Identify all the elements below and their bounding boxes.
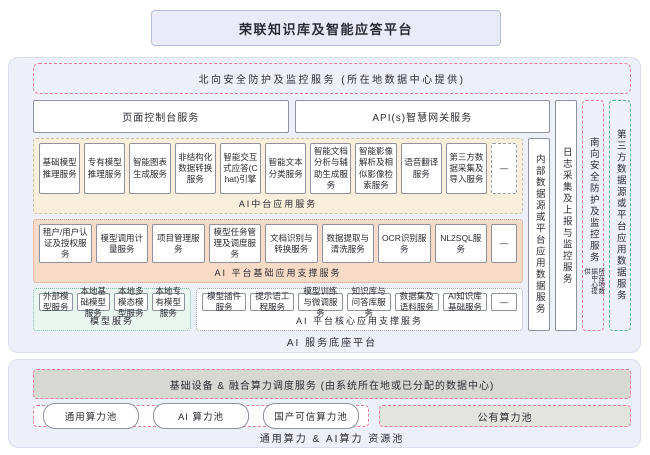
service-box: 本地多模态模型服务 xyxy=(114,293,148,311)
internal-data-source-bar: 内部数据源或平台应用数据服务 xyxy=(528,138,550,331)
compute-resource-panel: 基础设备 & 融合算力调度服务 (由系统所在地或已分配的数据中心) 通用算力池 A… xyxy=(8,359,641,448)
service-box: NL2SQL服务 xyxy=(435,224,488,263)
service-box: — xyxy=(491,293,517,311)
service-box: 文档识别与转换服务 xyxy=(265,224,318,263)
service-box: 模型调用计量服务 xyxy=(96,224,149,263)
log-collection-label: 日志采集及上报与监控服务 xyxy=(561,147,571,285)
architecture-diagram: 荣联知识库及智能应答平台 北向安全防护及监控服务 (所在地数据中心提供) 页面控… xyxy=(0,0,650,455)
base-support-services-boxes: 租户/用户认证及授权服务模型调用计量服务项目管理服务模型任务管理及调度服务文档识… xyxy=(39,224,517,263)
service-box: 模型训练与微调服务 xyxy=(298,293,342,311)
platform-body: 页面控制台服务 API(s)智慧网关服务 基础模型推理服务专有模型推理服务智能图… xyxy=(33,100,631,331)
log-collection-bar: 日志采集及上报与监控服务 xyxy=(555,100,577,331)
compute-resource-label: 通用算力 & AI算力 资源池 xyxy=(33,427,631,445)
compute-pool-pill: 通用算力池 xyxy=(43,403,139,429)
base-support-services-group: 租户/用户认证及授权服务模型调用计量服务项目管理服务模型任务管理及调度服务文档识… xyxy=(33,219,523,283)
south-security-sublabel: 所在地数据中心提供 xyxy=(582,268,603,294)
core-support-services-boxes: 模型插件服务提示语工程服务模型训练与微调服务知识库与问答库服务数据集及语料服务A… xyxy=(202,293,517,311)
gateway-row: 页面控制台服务 API(s)智慧网关服务 xyxy=(33,100,550,133)
service-box: 专有模型推理服务 xyxy=(84,143,125,194)
service-box: 模型任务管理及调度服务 xyxy=(209,224,262,263)
ai-middle-services-label: AI中台应用服务 xyxy=(39,194,517,212)
service-box: 数据集及语料服务 xyxy=(395,293,439,311)
service-box: OCR识别服务 xyxy=(378,224,431,263)
service-box: 本地基础模型服务 xyxy=(77,293,111,311)
service-box: 智能交互式应答(Chat)引擎 xyxy=(220,143,261,194)
south-security-label: 南向安全防护及监控服务 xyxy=(588,137,598,264)
page-title: 荣联知识库及智能应答平台 xyxy=(151,10,501,46)
ai-service-base-panel: 北向安全防护及监控服务 (所在地数据中心提供) 页面控制台服务 API(s)智慧… xyxy=(8,57,641,353)
public-compute-pool-box: 公有算力池 xyxy=(379,405,631,427)
service-box: 智能影像解析及相似影像检索服务 xyxy=(355,143,396,194)
ai-middle-services-boxes: 基础模型推理服务专有模型推理服务智能图表生成服务非结构化数据转换服务智能交互式应… xyxy=(39,143,517,194)
service-box: 本地专有模型服务 xyxy=(152,293,186,311)
platform-left-column: 页面控制台服务 API(s)智慧网关服务 基础模型推理服务专有模型推理服务智能图… xyxy=(33,100,550,331)
service-box: 非结构化数据转换服务 xyxy=(175,143,216,194)
services-column: 基础模型推理服务专有模型推理服务智能图表生成服务非结构化数据转换服务智能交互式应… xyxy=(33,138,523,331)
core-support-services-group: 模型插件服务提示语工程服务模型训练与微调服务知识库与问答库服务数据集及语料服务A… xyxy=(196,288,523,331)
service-box: — xyxy=(491,143,517,194)
compute-pools-row: 通用算力池 AI 算力池国产可信算力池 公有算力池 xyxy=(33,405,631,427)
model-services-label: 模型服务 xyxy=(39,311,185,329)
service-box: AI知识库基础服务 xyxy=(443,293,487,311)
ai-service-base-label: AI 服务底座平台 xyxy=(33,331,631,349)
service-box: — xyxy=(491,224,517,263)
services-row: 基础模型推理服务专有模型推理服务智能图表生成服务非结构化数据转换服务智能交互式应… xyxy=(33,138,550,331)
service-box: 项目管理服务 xyxy=(152,224,205,263)
south-security-bar: 南向安全防护及监控服务 所在地数据中心提供 xyxy=(582,100,604,331)
ai-middle-services-group: 基础模型推理服务专有模型推理服务智能图表生成服务非结构化数据转换服务智能交互式应… xyxy=(33,138,523,214)
api-gateway-service-box: API(s)智慧网关服务 xyxy=(295,100,551,133)
service-box: 模型插件服务 xyxy=(202,293,246,311)
third-party-data-label: 第三方数据源或平台应用数据服务 xyxy=(615,129,625,302)
compute-pool-pill: 国产可信算力池 xyxy=(263,403,359,429)
model-services-boxes: 外部模型服务本地基础模型服务本地多模态模型服务本地专有模型服务 xyxy=(39,293,185,311)
internal-data-source-label: 内部数据源或平台应用数据服务 xyxy=(534,154,544,315)
service-box: 智能文本分类服务 xyxy=(265,143,306,194)
service-box: 提示语工程服务 xyxy=(250,293,294,311)
web-console-service-box: 页面控制台服务 xyxy=(33,100,289,133)
core-services-row: 外部模型服务本地基础模型服务本地多模态模型服务本地专有模型服务 模型服务 模型插… xyxy=(33,288,523,331)
service-box: 智能图表生成服务 xyxy=(129,143,170,194)
third-party-data-bar: 第三方数据源或平台应用数据服务 xyxy=(609,100,631,331)
service-box: 第三方数据采集及导入服务 xyxy=(446,143,487,194)
compute-pool-pill: AI 算力池 xyxy=(153,403,249,429)
base-support-services-label: AI 平台基础应用支撑服务 xyxy=(39,263,517,281)
service-box: 语音翻译服务 xyxy=(401,143,442,194)
service-box: 知识库与问答库服务 xyxy=(347,293,391,311)
model-services-group: 外部模型服务本地基础模型服务本地多模态模型服务本地专有模型服务 模型服务 xyxy=(33,288,191,331)
compute-scheduler-bar: 基础设备 & 融合算力调度服务 (由系统所在地或已分配的数据中心) xyxy=(33,369,631,399)
service-box: 智能文档分析与辅助生成服务 xyxy=(310,143,351,194)
north-security-bar: 北向安全防护及监控服务 (所在地数据中心提供) xyxy=(33,63,631,94)
service-box: 外部模型服务 xyxy=(39,293,73,311)
core-support-services-label: AI 平台核心应用支撑服务 xyxy=(202,311,517,329)
local-compute-pools-group: 通用算力池 AI 算力池国产可信算力池 xyxy=(33,405,369,427)
service-box: 基础模型推理服务 xyxy=(39,143,80,194)
service-box: 租户/用户认证及授权服务 xyxy=(39,224,92,263)
service-box: 数据提取与清洗服务 xyxy=(322,224,375,263)
